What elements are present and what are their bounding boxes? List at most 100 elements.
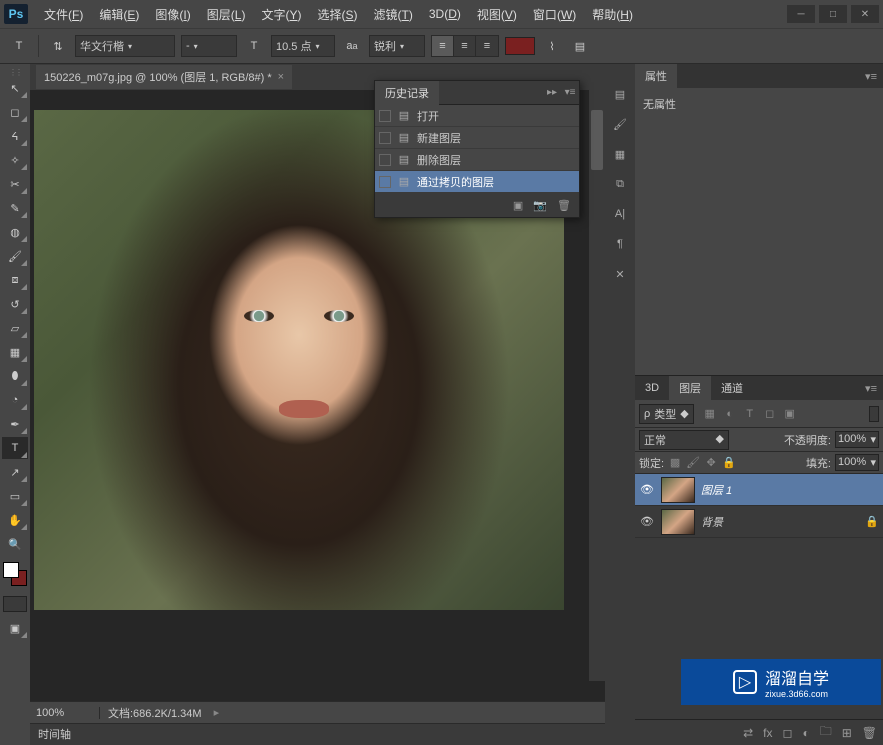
visibility-icon[interactable]: 👁 (639, 483, 655, 496)
history-item[interactable]: ▤ 新建图层 (375, 127, 579, 149)
history-tab[interactable]: 历史记录 (375, 81, 439, 105)
menu-image[interactable]: 图像(I) (147, 2, 198, 27)
menu-type[interactable]: 文字(Y) (253, 2, 309, 27)
maximize-button[interactable]: □ (819, 5, 847, 23)
dock-character-icon[interactable]: A| (610, 204, 630, 224)
blend-mode-select[interactable]: 正常◆ (639, 430, 729, 450)
link-layers-icon[interactable]: ⇄ (743, 726, 753, 740)
layer-fx-icon[interactable]: fx (763, 726, 772, 740)
properties-tab[interactable]: 属性 (635, 64, 677, 88)
lock-all-icon[interactable]: 🔒 (722, 456, 736, 470)
eyedropper-tool[interactable]: ✎ (2, 197, 28, 219)
tab-channels[interactable]: 通道 (711, 376, 753, 400)
align-left-button[interactable]: ≡ (432, 36, 454, 56)
brush-tool[interactable]: 🖌 (2, 245, 28, 267)
properties-menu-icon[interactable]: ▾≡ (859, 70, 883, 83)
tab-3d[interactable]: 3D (635, 378, 669, 398)
layer-name[interactable]: 图层 1 (701, 482, 732, 498)
foreground-color[interactable] (3, 562, 19, 578)
adjustment-layer-icon[interactable]: ◐ (802, 726, 809, 740)
menu-select[interactable]: 选择(S) (309, 2, 365, 27)
dock-clone-icon[interactable]: ⧉ (610, 174, 630, 194)
menu-edit[interactable]: 编辑(E) (91, 2, 147, 27)
menu-view[interactable]: 视图(V) (469, 2, 525, 27)
dock-history-icon[interactable]: ▤ (610, 84, 630, 104)
layer-thumbnail[interactable] (661, 509, 695, 535)
document-tab[interactable]: 150226_m07g.jpg @ 100% (图层 1, RGB/8#) * … (36, 65, 292, 89)
history-item[interactable]: ▤ 删除图层 (375, 149, 579, 171)
type-tool[interactable]: T (2, 437, 28, 459)
layers-menu-icon[interactable]: ▾≡ (859, 382, 883, 395)
quickmask-buttons[interactable] (3, 596, 27, 612)
close-window-button[interactable]: ✕ (851, 5, 879, 23)
menu-filter[interactable]: 滤镜(T) (366, 2, 421, 27)
filter-type-icon[interactable]: T (742, 406, 758, 422)
font-family-select[interactable]: 华文行楷▾ (75, 35, 175, 57)
warp-text-icon[interactable]: ⌇ (541, 35, 563, 57)
filter-smart-icon[interactable]: ▣ (782, 406, 798, 422)
align-center-button[interactable]: ≡ (454, 36, 476, 56)
marquee-tool[interactable]: ◻ (2, 101, 28, 123)
pen-tool[interactable]: ✒ (2, 413, 28, 435)
history-item[interactable]: ▤ 打开 (375, 105, 579, 127)
move-tool[interactable]: ↖ (2, 77, 28, 99)
menu-help[interactable]: 帮助(H) (584, 2, 641, 27)
history-delete-icon[interactable]: 🗑 (557, 199, 571, 212)
crop-tool[interactable]: ✂ (2, 173, 28, 195)
healing-brush-tool[interactable]: ◍ (2, 221, 28, 243)
eraser-tool[interactable]: ▱ (2, 317, 28, 339)
lock-position-icon[interactable]: ✥ (704, 456, 718, 470)
layer-mask-icon[interactable]: ◻ (782, 726, 792, 740)
lock-transparent-icon[interactable]: ▩ (668, 456, 682, 470)
font-style-select[interactable]: -▾ (181, 35, 237, 57)
history-menu-icon[interactable]: ▾≡ (561, 87, 579, 98)
visibility-icon[interactable]: 👁 (639, 515, 655, 528)
history-item[interactable]: ▤ 通过拷贝的图层 (375, 171, 579, 193)
screen-mode-button[interactable]: ▣ (2, 617, 28, 639)
zoom-level[interactable]: 100% (30, 707, 100, 719)
filter-pixel-icon[interactable]: ▦ (702, 406, 718, 422)
document-info[interactable]: 文档:686.2K/1.34M (100, 705, 210, 721)
clone-stamp-tool[interactable]: ⧈ (2, 269, 28, 291)
layer-thumbnail[interactable] (661, 477, 695, 503)
opacity-input[interactable]: 100%▾ (835, 431, 879, 448)
dock-tools-icon[interactable]: ✕ (610, 264, 630, 284)
history-collapse-icon[interactable]: ▸▸ (543, 87, 561, 98)
timeline-panel-tab[interactable]: 时间轴 (30, 723, 605, 745)
dock-brushpresets-icon[interactable]: ▦ (610, 144, 630, 164)
menu-window[interactable]: 窗口(W) (525, 2, 584, 27)
type-tool-preset-icon[interactable]: T (8, 35, 30, 57)
vertical-scrollbar[interactable] (589, 90, 605, 681)
layer-row[interactable]: 👁 背景 🔒 (635, 506, 883, 538)
minimize-button[interactable]: ─ (787, 5, 815, 23)
shape-tool[interactable]: ▭ (2, 485, 28, 507)
filter-kind-select[interactable]: ρ 类型 ◆ (639, 404, 694, 424)
gradient-tool[interactable]: ▦ (2, 341, 28, 363)
text-orientation-icon[interactable]: ⇅ (47, 35, 69, 57)
history-brush-tool[interactable]: ↺ (2, 293, 28, 315)
close-tab-icon[interactable]: × (278, 71, 284, 83)
dock-brush-icon[interactable]: 🖌 (610, 114, 630, 134)
filter-shape-icon[interactable]: ◻ (762, 406, 778, 422)
filter-toggle[interactable] (869, 406, 879, 422)
delete-layer-icon[interactable]: 🗑 (862, 726, 877, 740)
lock-paint-icon[interactable]: 🖌 (686, 456, 700, 470)
filter-adjust-icon[interactable]: ◐ (722, 406, 738, 422)
tab-layers[interactable]: 图层 (669, 376, 711, 400)
antialias-select[interactable]: 锐利▾ (369, 35, 425, 57)
character-panel-icon[interactable]: ▤ (569, 35, 591, 57)
lasso-tool[interactable]: ᔦ (2, 125, 28, 147)
blur-tool[interactable]: ⬮ (2, 365, 28, 387)
history-new-doc-icon[interactable]: ▣ (513, 199, 523, 212)
layer-name[interactable]: 背景 (701, 514, 723, 530)
history-snapshot-icon[interactable]: 📷 (533, 199, 547, 212)
group-icon[interactable]: 🗀 (820, 722, 832, 743)
magic-wand-tool[interactable]: ✧ (2, 149, 28, 171)
text-color-swatch[interactable] (505, 37, 535, 55)
color-swatches[interactable] (3, 562, 27, 586)
path-selection-tool[interactable]: ↗ (2, 461, 28, 483)
status-arrow-icon[interactable]: ▸ (214, 706, 220, 719)
fill-input[interactable]: 100%▾ (835, 454, 879, 471)
dock-paragraph-icon[interactable]: ¶ (610, 234, 630, 254)
menu-3d[interactable]: 3D(D) (421, 3, 469, 25)
